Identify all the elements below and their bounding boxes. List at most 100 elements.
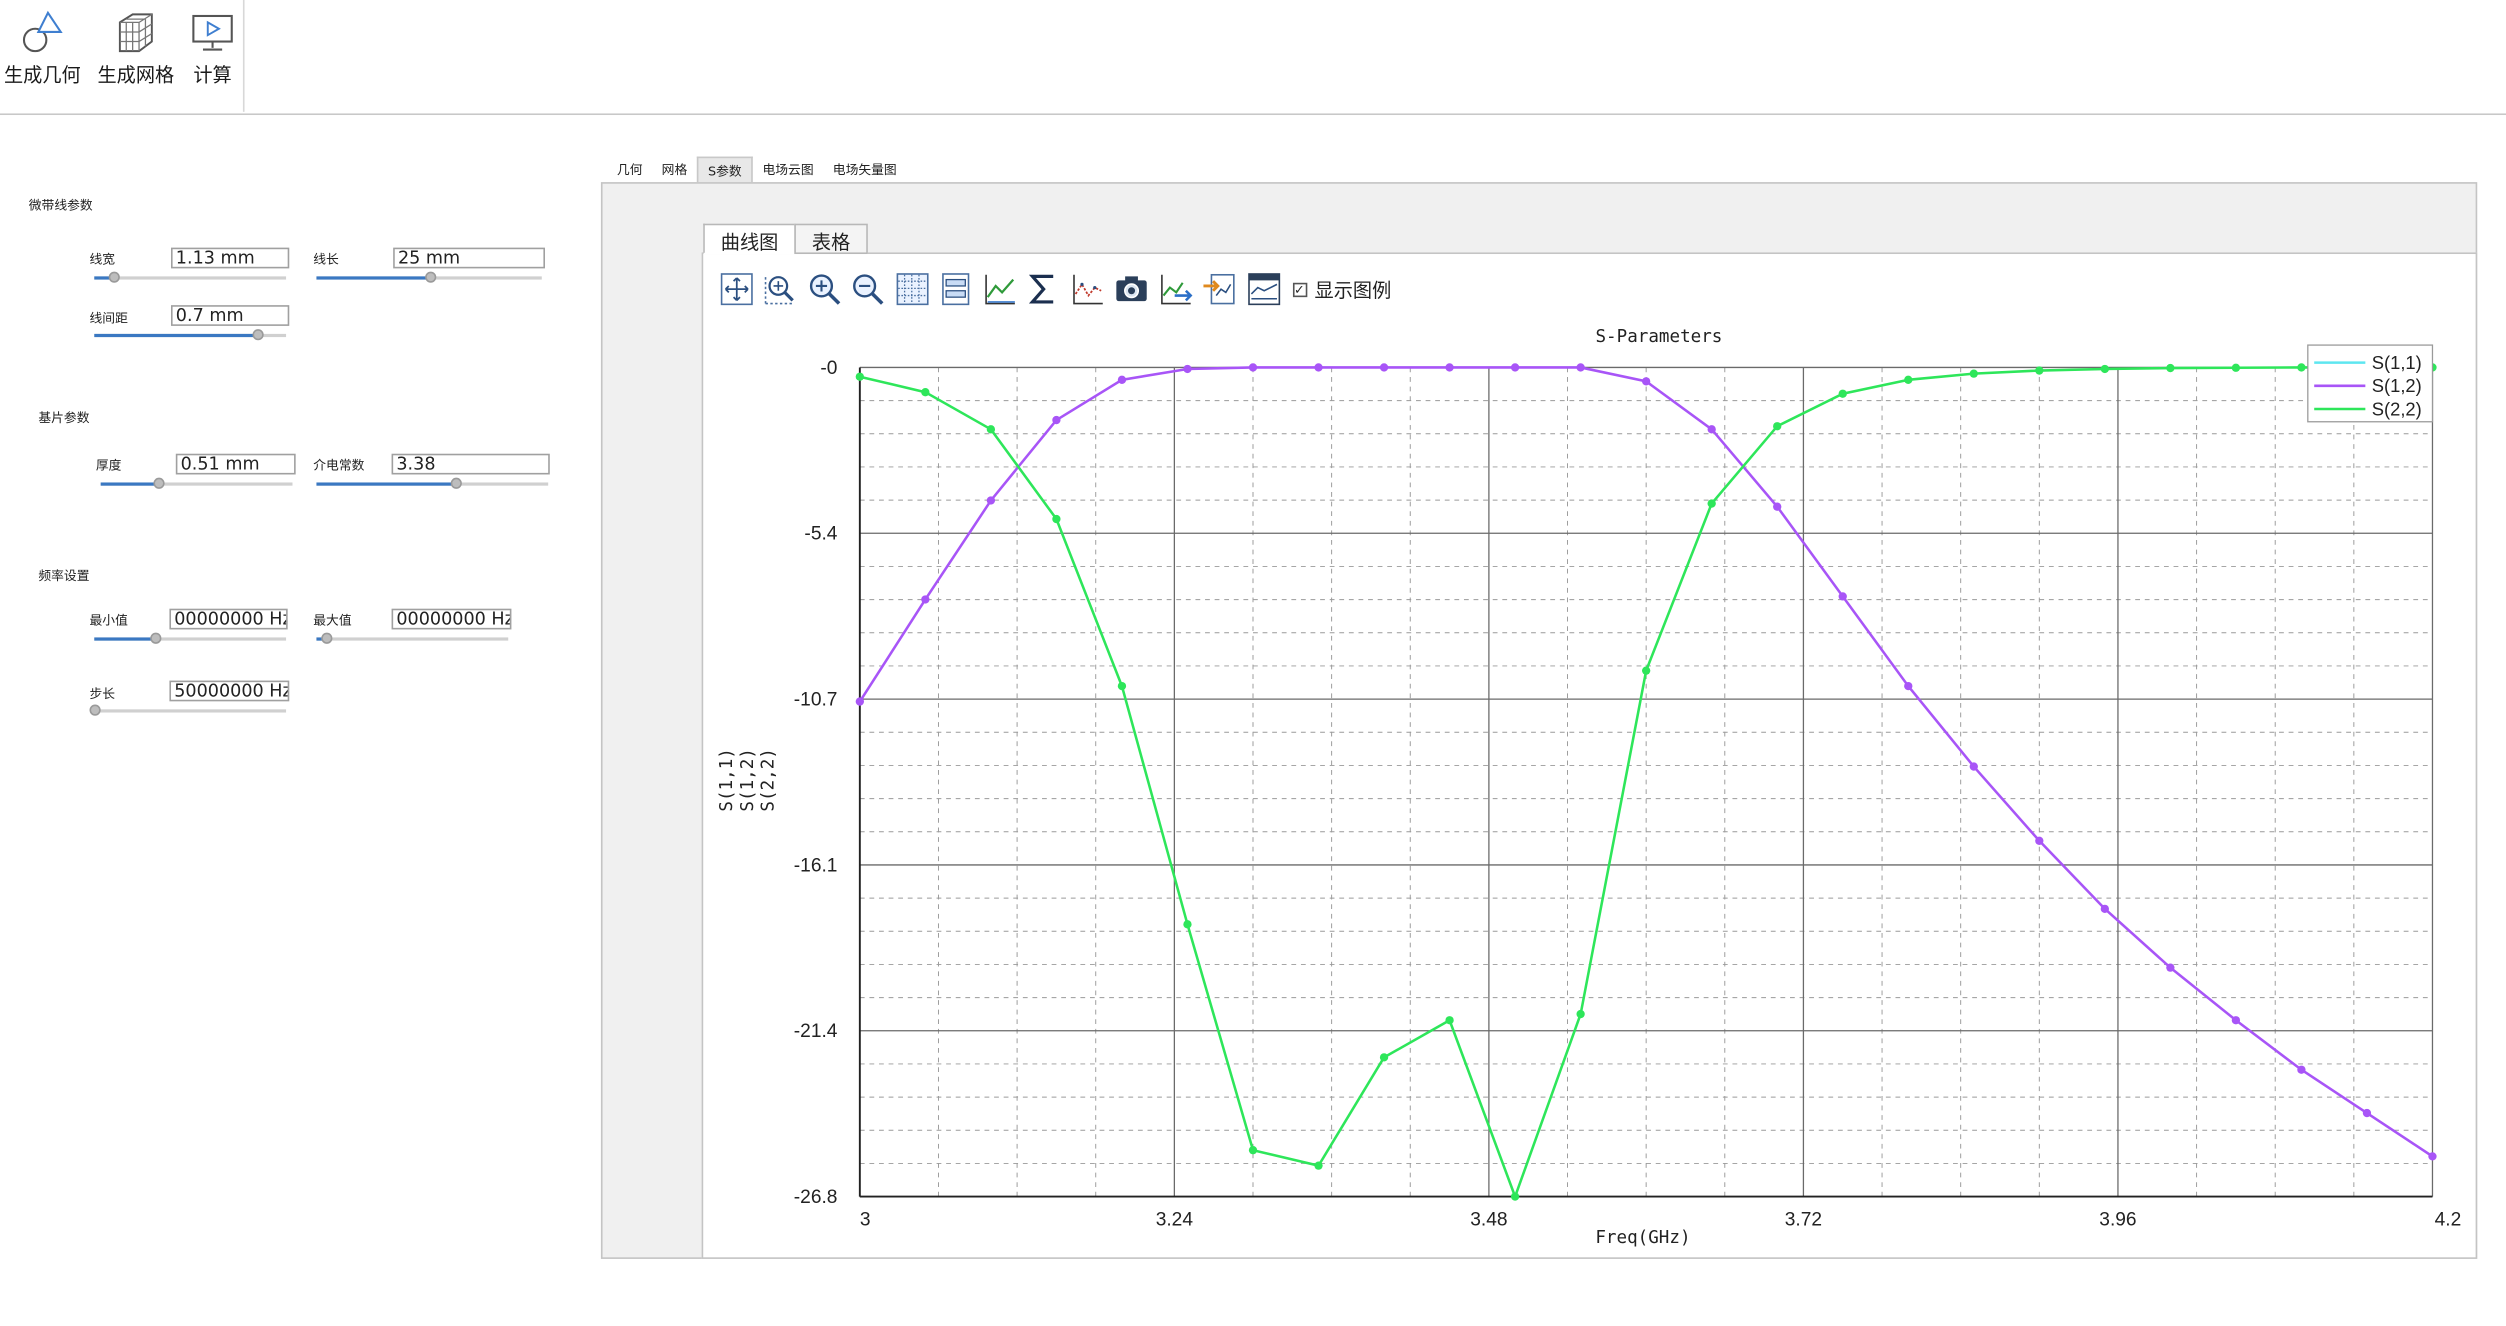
- fit-button[interactable]: [937, 271, 974, 308]
- line-spacing-input[interactable]: 0.7 mm: [171, 305, 290, 326]
- data-point: [1969, 762, 1978, 771]
- data-point: [1642, 377, 1651, 386]
- import-button[interactable]: [1201, 271, 1238, 308]
- line-length-slider[interactable]: [316, 271, 542, 285]
- x-tick-label: 3.72: [1785, 1209, 1822, 1230]
- show-legend-checkbox[interactable]: ✓ 显示图例: [1292, 276, 1391, 303]
- tab-s-parameters[interactable]: S参数: [696, 156, 753, 183]
- tab-field-contour[interactable]: 电场云图: [753, 157, 823, 183]
- freq-step-input[interactable]: 50000000 Hz: [169, 680, 290, 702]
- freq-step-label: 步长: [89, 686, 116, 702]
- data-point: [2035, 366, 2044, 375]
- legend-label: S(1,2): [2372, 375, 2422, 396]
- data-point: [1445, 363, 1454, 372]
- data-point: [2231, 363, 2241, 372]
- y-axis-label-line: S(2,2): [759, 748, 779, 811]
- data-point: [1052, 415, 1061, 425]
- generate-geometry-button[interactable]: 生成几何: [3, 6, 81, 105]
- chart-title: S-Parameters: [1595, 327, 1722, 347]
- data-point: [1576, 363, 1585, 372]
- thickness-input[interactable]: 0.51 mm: [175, 453, 296, 475]
- data-point: [1183, 920, 1192, 929]
- grid-button[interactable]: [893, 271, 930, 308]
- x-tick-label: 3.24: [1156, 1209, 1194, 1230]
- data-point: [1117, 375, 1127, 384]
- grid-icon: [895, 273, 928, 306]
- data-point: [2100, 904, 2109, 914]
- data-point: [1707, 499, 1716, 508]
- export-chart-button[interactable]: [1157, 271, 1194, 308]
- mesh-icon: [118, 13, 153, 53]
- data-point: [1969, 369, 1978, 378]
- freq-max-input[interactable]: 00000000 Hz: [391, 608, 512, 630]
- ribbon-separator: [242, 0, 245, 112]
- freq-max-label: 最大值: [313, 613, 352, 628]
- sum-button[interactable]: [1025, 271, 1062, 308]
- table-chart-button[interactable]: [1245, 271, 1282, 308]
- data-point: [2297, 363, 2306, 372]
- permittivity-slider[interactable]: [316, 477, 549, 491]
- frequency-section-title: 频率设置: [38, 568, 90, 584]
- scatter-button[interactable]: [1069, 271, 1106, 308]
- compute-button[interactable]: 计算: [189, 6, 237, 105]
- data-point: [2362, 1108, 2372, 1118]
- pan-icon: [719, 273, 752, 306]
- y-axis-label-line: S(1,2): [738, 748, 758, 811]
- data-point: [1773, 422, 1782, 431]
- fit-icon: [942, 273, 970, 306]
- generate-mesh-button[interactable]: 生成网格: [97, 6, 174, 105]
- x-tick-label: 3.96: [2099, 1209, 2136, 1230]
- generate-geometry-label: 生成几何: [3, 63, 81, 87]
- legend-label: S(2,2): [2372, 398, 2422, 419]
- x-tick-label: 4.2: [2435, 1209, 2462, 1230]
- pan-button[interactable]: [718, 271, 755, 308]
- data-point: [1117, 681, 1127, 691]
- freq-step-slider[interactable]: [89, 704, 287, 718]
- data-point: [1838, 389, 1847, 398]
- data-point: [986, 425, 996, 434]
- substrate-section-title: 基片参数: [38, 410, 90, 425]
- data-point: [1314, 1161, 1323, 1170]
- data-point: [1248, 1146, 1258, 1155]
- thickness-slider[interactable]: [100, 477, 293, 491]
- data-point: [2166, 963, 2175, 972]
- tab-curve-view[interactable]: 曲线图: [703, 223, 796, 255]
- line-width-slider[interactable]: [94, 271, 287, 285]
- permittivity-input[interactable]: 3.38: [391, 453, 550, 475]
- tab-field-vector[interactable]: 电场矢量图: [823, 157, 906, 183]
- zoom-out-button[interactable]: [849, 271, 886, 308]
- s-parameters-chart[interactable]: -0 -5.4 -10.7 -16.1 -21.4 -26.8 3 3.24 3.48 3.72…: [703, 313, 2477, 1256]
- export-chart-icon: [1160, 274, 1192, 305]
- tab-geometry[interactable]: 几何: [607, 157, 652, 183]
- data-point: [1314, 363, 1323, 372]
- data-point: [1510, 363, 1520, 372]
- thickness-label: 厚度: [95, 458, 122, 473]
- line-length-input[interactable]: 25 mm: [393, 247, 545, 269]
- compute-label: 计算: [193, 63, 232, 87]
- view-tabs: 曲线图 表格: [703, 223, 868, 255]
- zoom-region-icon: [764, 274, 795, 305]
- zoom-region-button[interactable]: [762, 271, 799, 308]
- import-icon: [1203, 273, 1235, 305]
- screenshot-button[interactable]: [1113, 271, 1150, 308]
- freq-min-input[interactable]: 00000000 Hz: [169, 608, 288, 630]
- data-point: [1707, 425, 1716, 434]
- line-width-input[interactable]: 1.13 mm: [171, 247, 290, 269]
- freq-max-slider[interactable]: [316, 632, 509, 646]
- zoom-out-icon: [853, 274, 884, 305]
- legend-checkbox-box[interactable]: ✓: [1292, 281, 1307, 297]
- chart-legend: S(1,1)S(1,2)S(2,2): [2307, 344, 2434, 423]
- data-point: [2166, 363, 2175, 373]
- zoom-in-icon: [809, 274, 840, 305]
- y-tick-label: -0: [820, 358, 837, 379]
- line-spacing-slider[interactable]: [94, 329, 287, 342]
- scatter-icon: [1072, 274, 1102, 305]
- tab-mesh[interactable]: 网格: [652, 157, 697, 183]
- line-chart-icon: [984, 274, 1015, 305]
- y-tick-label: -21.4: [794, 1021, 838, 1042]
- tab-table-view[interactable]: 表格: [794, 223, 868, 255]
- data-point: [921, 388, 930, 397]
- zoom-in-button[interactable]: [805, 271, 842, 308]
- line-chart-button[interactable]: [981, 271, 1018, 308]
- freq-min-slider[interactable]: [94, 632, 287, 646]
